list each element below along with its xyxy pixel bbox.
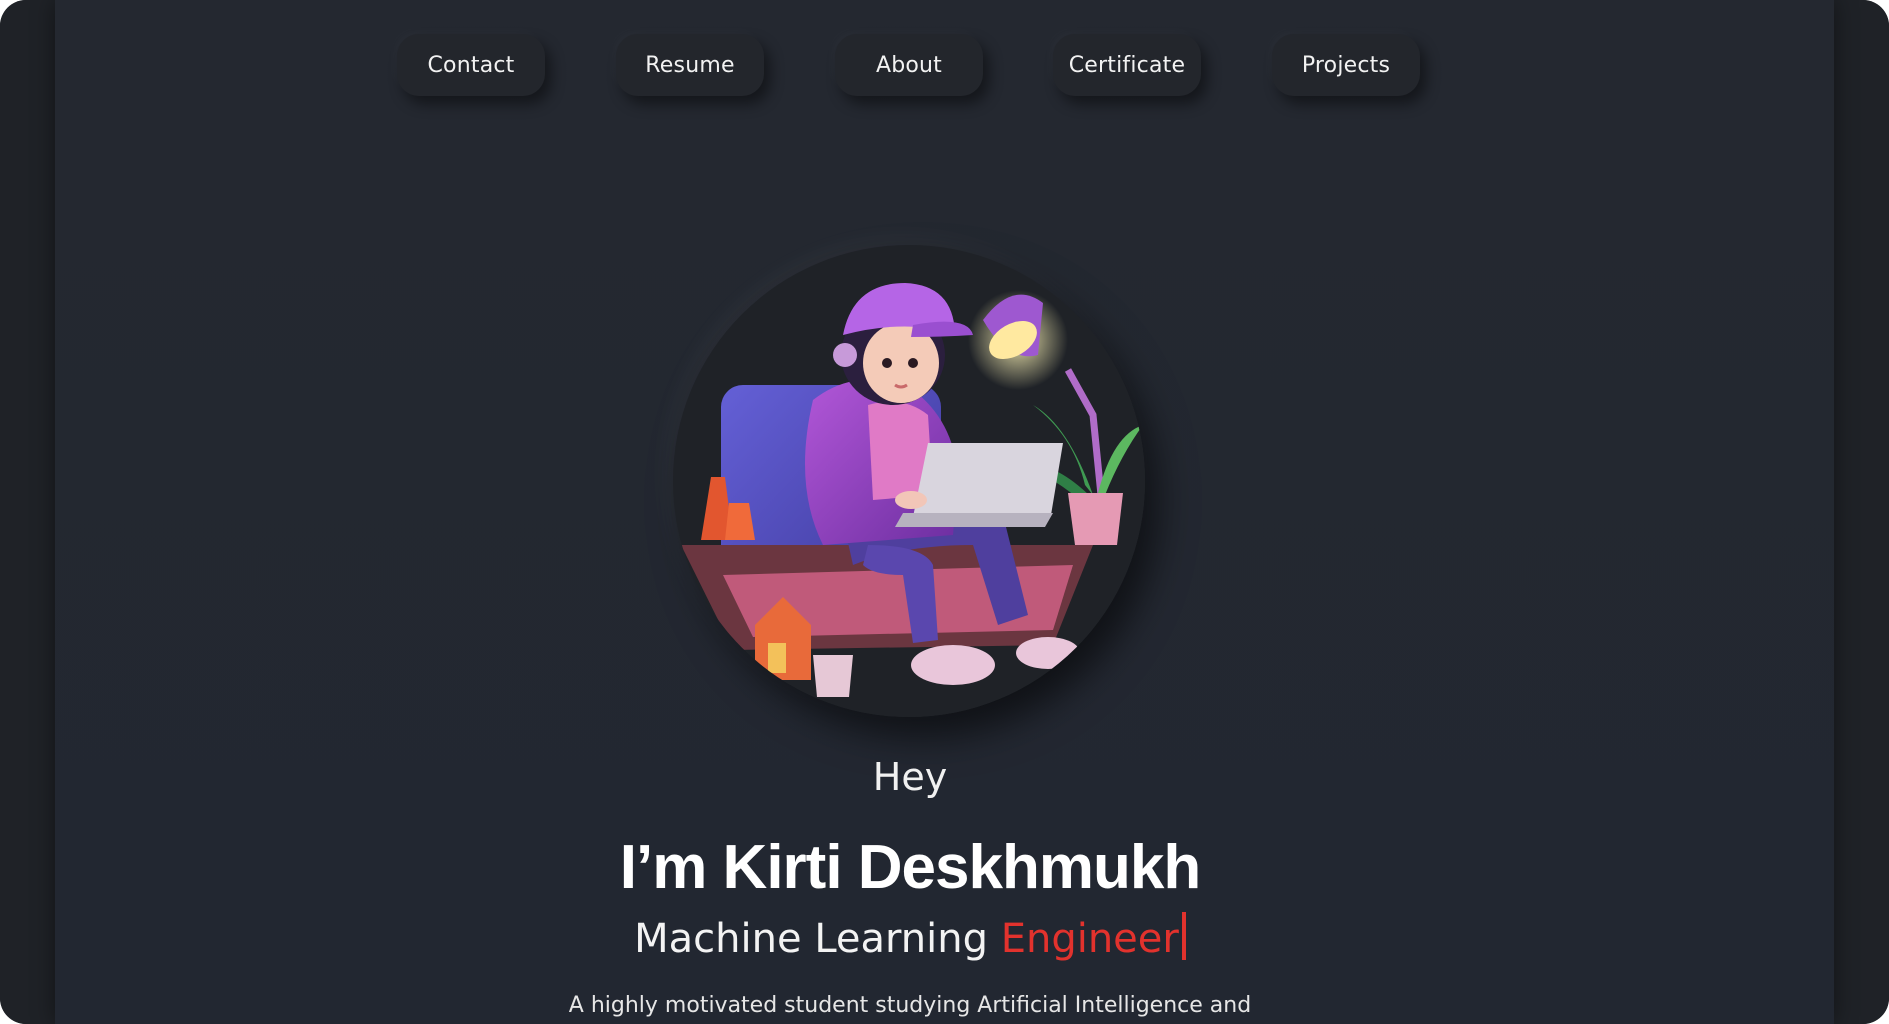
top-navigation: Contact Resume About Certificate Project… [0, 34, 1889, 98]
nav-contact-button[interactable]: Contact [397, 34, 545, 96]
right-gutter [1834, 0, 1889, 1024]
nav-certificate-button[interactable]: Certificate [1053, 34, 1201, 96]
greeting-text: Hey [872, 755, 948, 799]
hero-name-heading: I’m Kirti Deskhmukh [619, 833, 1201, 902]
nav-projects-button[interactable]: Projects [1272, 34, 1420, 96]
laptop-icon [913, 443, 1063, 517]
avatar-illustration [673, 245, 1145, 717]
plant-pot [1068, 493, 1123, 545]
role-prefix: Machine Learning [634, 916, 988, 962]
hero-role: Machine Learning Engineer [0, 912, 1820, 962]
hero-description: A highly motivated student studying Arti… [568, 993, 1252, 1018]
typing-caret [1181, 912, 1186, 960]
nav-about-button[interactable]: About [835, 34, 983, 96]
shoe-icon [911, 645, 995, 685]
browser-frame: Contact Resume About Certificate Project… [0, 0, 1889, 1024]
mug-icon [813, 655, 853, 697]
role-highlight: Engineer [1000, 916, 1179, 962]
nav-resume-button[interactable]: Resume [616, 34, 764, 96]
profile-avatar [673, 245, 1145, 717]
